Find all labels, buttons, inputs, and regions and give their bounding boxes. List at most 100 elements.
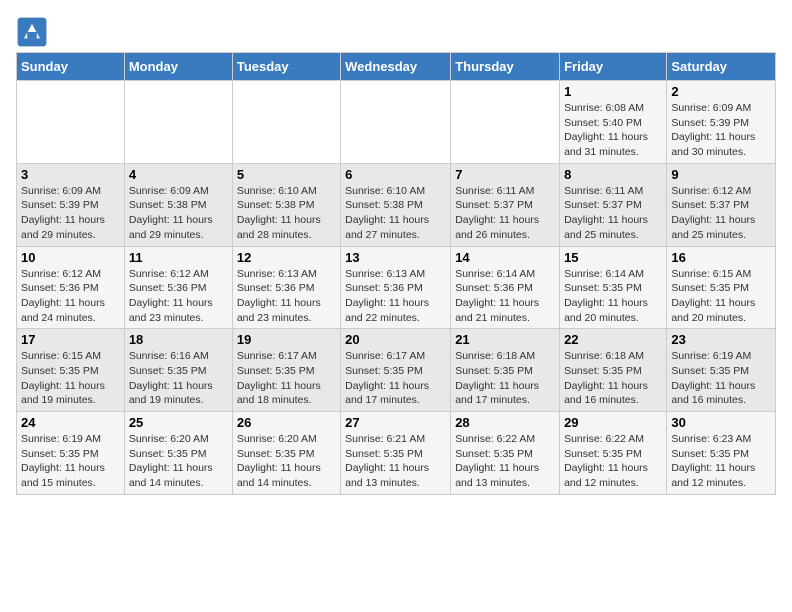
day-info: Sunrise: 6:09 AMSunset: 5:39 PMDaylight:… (671, 101, 771, 160)
day-cell: 9 Sunrise: 6:12 AMSunset: 5:37 PMDaylight… (667, 163, 776, 246)
weekday-header-wednesday: Wednesday (341, 53, 451, 81)
day-cell (451, 81, 560, 164)
day-number: 11 (129, 250, 228, 265)
day-cell: 3 Sunrise: 6:09 AMSunset: 5:39 PMDaylight… (17, 163, 125, 246)
day-info: Sunrise: 6:17 AMSunset: 5:35 PMDaylight:… (345, 349, 446, 408)
day-number: 22 (564, 332, 662, 347)
day-cell (232, 81, 340, 164)
day-info: Sunrise: 6:09 AMSunset: 5:39 PMDaylight:… (21, 184, 120, 243)
day-number: 12 (237, 250, 336, 265)
day-cell (341, 81, 451, 164)
day-info: Sunrise: 6:11 AMSunset: 5:37 PMDaylight:… (455, 184, 555, 243)
day-cell: 27 Sunrise: 6:21 AMSunset: 5:35 PMDayligh… (341, 412, 451, 495)
day-cell (124, 81, 232, 164)
day-cell: 16 Sunrise: 6:15 AMSunset: 5:35 PMDayligh… (667, 246, 776, 329)
day-number: 7 (455, 167, 555, 182)
day-cell: 7 Sunrise: 6:11 AMSunset: 5:37 PMDaylight… (451, 163, 560, 246)
day-number: 21 (455, 332, 555, 347)
day-cell: 1 Sunrise: 6:08 AMSunset: 5:40 PMDaylight… (560, 81, 667, 164)
day-number: 18 (129, 332, 228, 347)
day-info: Sunrise: 6:19 AMSunset: 5:35 PMDaylight:… (21, 432, 120, 491)
day-info: Sunrise: 6:20 AMSunset: 5:35 PMDaylight:… (129, 432, 228, 491)
day-number: 14 (455, 250, 555, 265)
day-number: 28 (455, 415, 555, 430)
day-cell: 17Sunrise: 6:15 AMSunset: 5:35 PMDayligh… (17, 329, 125, 412)
week-row-3: 10 Sunrise: 6:12 AMSunset: 5:36 PMDayligh… (17, 246, 776, 329)
day-cell: 14 Sunrise: 6:14 AMSunset: 5:36 PMDayligh… (451, 246, 560, 329)
day-info: Sunrise: 6:11 AMSunset: 5:37 PMDaylight:… (564, 184, 662, 243)
logo (16, 16, 52, 48)
day-cell: 6 Sunrise: 6:10 AMSunset: 5:38 PMDaylight… (341, 163, 451, 246)
day-number: 30 (671, 415, 771, 430)
day-cell: 12 Sunrise: 6:13 AMSunset: 5:36 PMDayligh… (232, 246, 340, 329)
day-number: 9 (671, 167, 771, 182)
day-info: Sunrise: 6:21 AMSunset: 5:35 PMDaylight:… (345, 432, 446, 491)
day-info: Sunrise: 6:12 AMSunset: 5:36 PMDaylight:… (21, 267, 120, 326)
day-info: Sunrise: 6:10 AMSunset: 5:38 PMDaylight:… (237, 184, 336, 243)
day-cell: 15 Sunrise: 6:14 AMSunset: 5:35 PMDayligh… (560, 246, 667, 329)
day-number: 15 (564, 250, 662, 265)
day-number: 20 (345, 332, 446, 347)
week-row-2: 3 Sunrise: 6:09 AMSunset: 5:39 PMDaylight… (17, 163, 776, 246)
weekday-header-tuesday: Tuesday (232, 53, 340, 81)
day-number: 10 (21, 250, 120, 265)
day-number: 24 (21, 415, 120, 430)
day-info: Sunrise: 6:13 AMSunset: 5:36 PMDaylight:… (237, 267, 336, 326)
day-cell: 13Sunrise: 6:13 AMSunset: 5:36 PMDayligh… (341, 246, 451, 329)
day-number: 2 (671, 84, 771, 99)
week-row-1: 1 Sunrise: 6:08 AMSunset: 5:40 PMDaylight… (17, 81, 776, 164)
day-number: 29 (564, 415, 662, 430)
page-header (16, 16, 776, 48)
logo-icon (16, 16, 48, 48)
day-cell: 4 Sunrise: 6:09 AMSunset: 5:38 PMDaylight… (124, 163, 232, 246)
day-info: Sunrise: 6:22 AMSunset: 5:35 PMDaylight:… (455, 432, 555, 491)
day-number: 17 (21, 332, 120, 347)
day-cell: 20 Sunrise: 6:17 AMSunset: 5:35 PMDayligh… (341, 329, 451, 412)
weekday-header-sunday: Sunday (17, 53, 125, 81)
day-cell: 18 Sunrise: 6:16 AMSunset: 5:35 PMDayligh… (124, 329, 232, 412)
day-number: 16 (671, 250, 771, 265)
day-info: Sunrise: 6:22 AMSunset: 5:35 PMDaylight:… (564, 432, 662, 491)
day-info: Sunrise: 6:12 AMSunset: 5:37 PMDaylight:… (671, 184, 771, 243)
day-info: Sunrise: 6:08 AMSunset: 5:40 PMDaylight:… (564, 101, 662, 160)
day-cell: 8 Sunrise: 6:11 AMSunset: 5:37 PMDaylight… (560, 163, 667, 246)
day-cell: 22 Sunrise: 6:18 AMSunset: 5:35 PMDayligh… (560, 329, 667, 412)
day-number: 25 (129, 415, 228, 430)
day-cell: 24 Sunrise: 6:19 AMSunset: 5:35 PMDayligh… (17, 412, 125, 495)
day-info: Sunrise: 6:12 AMSunset: 5:36 PMDaylight:… (129, 267, 228, 326)
day-cell: 30 Sunrise: 6:23 AMSunset: 5:35 PMDayligh… (667, 412, 776, 495)
day-number: 27 (345, 415, 446, 430)
day-cell: 26 Sunrise: 6:20 AMSunset: 5:35 PMDayligh… (232, 412, 340, 495)
weekday-header-friday: Friday (560, 53, 667, 81)
day-number: 3 (21, 167, 120, 182)
day-info: Sunrise: 6:20 AMSunset: 5:35 PMDaylight:… (237, 432, 336, 491)
day-cell: 5 Sunrise: 6:10 AMSunset: 5:38 PMDaylight… (232, 163, 340, 246)
day-cell: 29 Sunrise: 6:22 AMSunset: 5:35 PMDayligh… (560, 412, 667, 495)
calendar-table: SundayMondayTuesdayWednesdayThursdayFrid… (16, 52, 776, 495)
day-cell: 19Sunrise: 6:17 AMSunset: 5:35 PMDayligh… (232, 329, 340, 412)
day-number: 8 (564, 167, 662, 182)
day-number: 19 (237, 332, 336, 347)
day-info: Sunrise: 6:14 AMSunset: 5:35 PMDaylight:… (564, 267, 662, 326)
day-info: Sunrise: 6:14 AMSunset: 5:36 PMDaylight:… (455, 267, 555, 326)
day-number: 4 (129, 167, 228, 182)
day-cell: 11 Sunrise: 6:12 AMSunset: 5:36 PMDayligh… (124, 246, 232, 329)
day-number: 26 (237, 415, 336, 430)
day-info: Sunrise: 6:09 AMSunset: 5:38 PMDaylight:… (129, 184, 228, 243)
day-number: 5 (237, 167, 336, 182)
day-number: 13 (345, 250, 446, 265)
day-cell (17, 81, 125, 164)
day-info: Sunrise: 6:10 AMSunset: 5:38 PMDaylight:… (345, 184, 446, 243)
day-number: 6 (345, 167, 446, 182)
weekday-header-saturday: Saturday (667, 53, 776, 81)
day-cell: 23Sunrise: 6:19 AMSunset: 5:35 PMDayligh… (667, 329, 776, 412)
day-info: Sunrise: 6:15 AMSunset: 5:35 PMDaylight:… (671, 267, 771, 326)
day-info: Sunrise: 6:16 AMSunset: 5:35 PMDaylight:… (129, 349, 228, 408)
day-number: 1 (564, 84, 662, 99)
day-info: Sunrise: 6:18 AMSunset: 5:35 PMDaylight:… (564, 349, 662, 408)
day-cell: 2 Sunrise: 6:09 AMSunset: 5:39 PMDaylight… (667, 81, 776, 164)
weekday-header-monday: Monday (124, 53, 232, 81)
day-cell: 28 Sunrise: 6:22 AMSunset: 5:35 PMDayligh… (451, 412, 560, 495)
day-info: Sunrise: 6:23 AMSunset: 5:35 PMDaylight:… (671, 432, 771, 491)
day-cell: 21Sunrise: 6:18 AMSunset: 5:35 PMDayligh… (451, 329, 560, 412)
